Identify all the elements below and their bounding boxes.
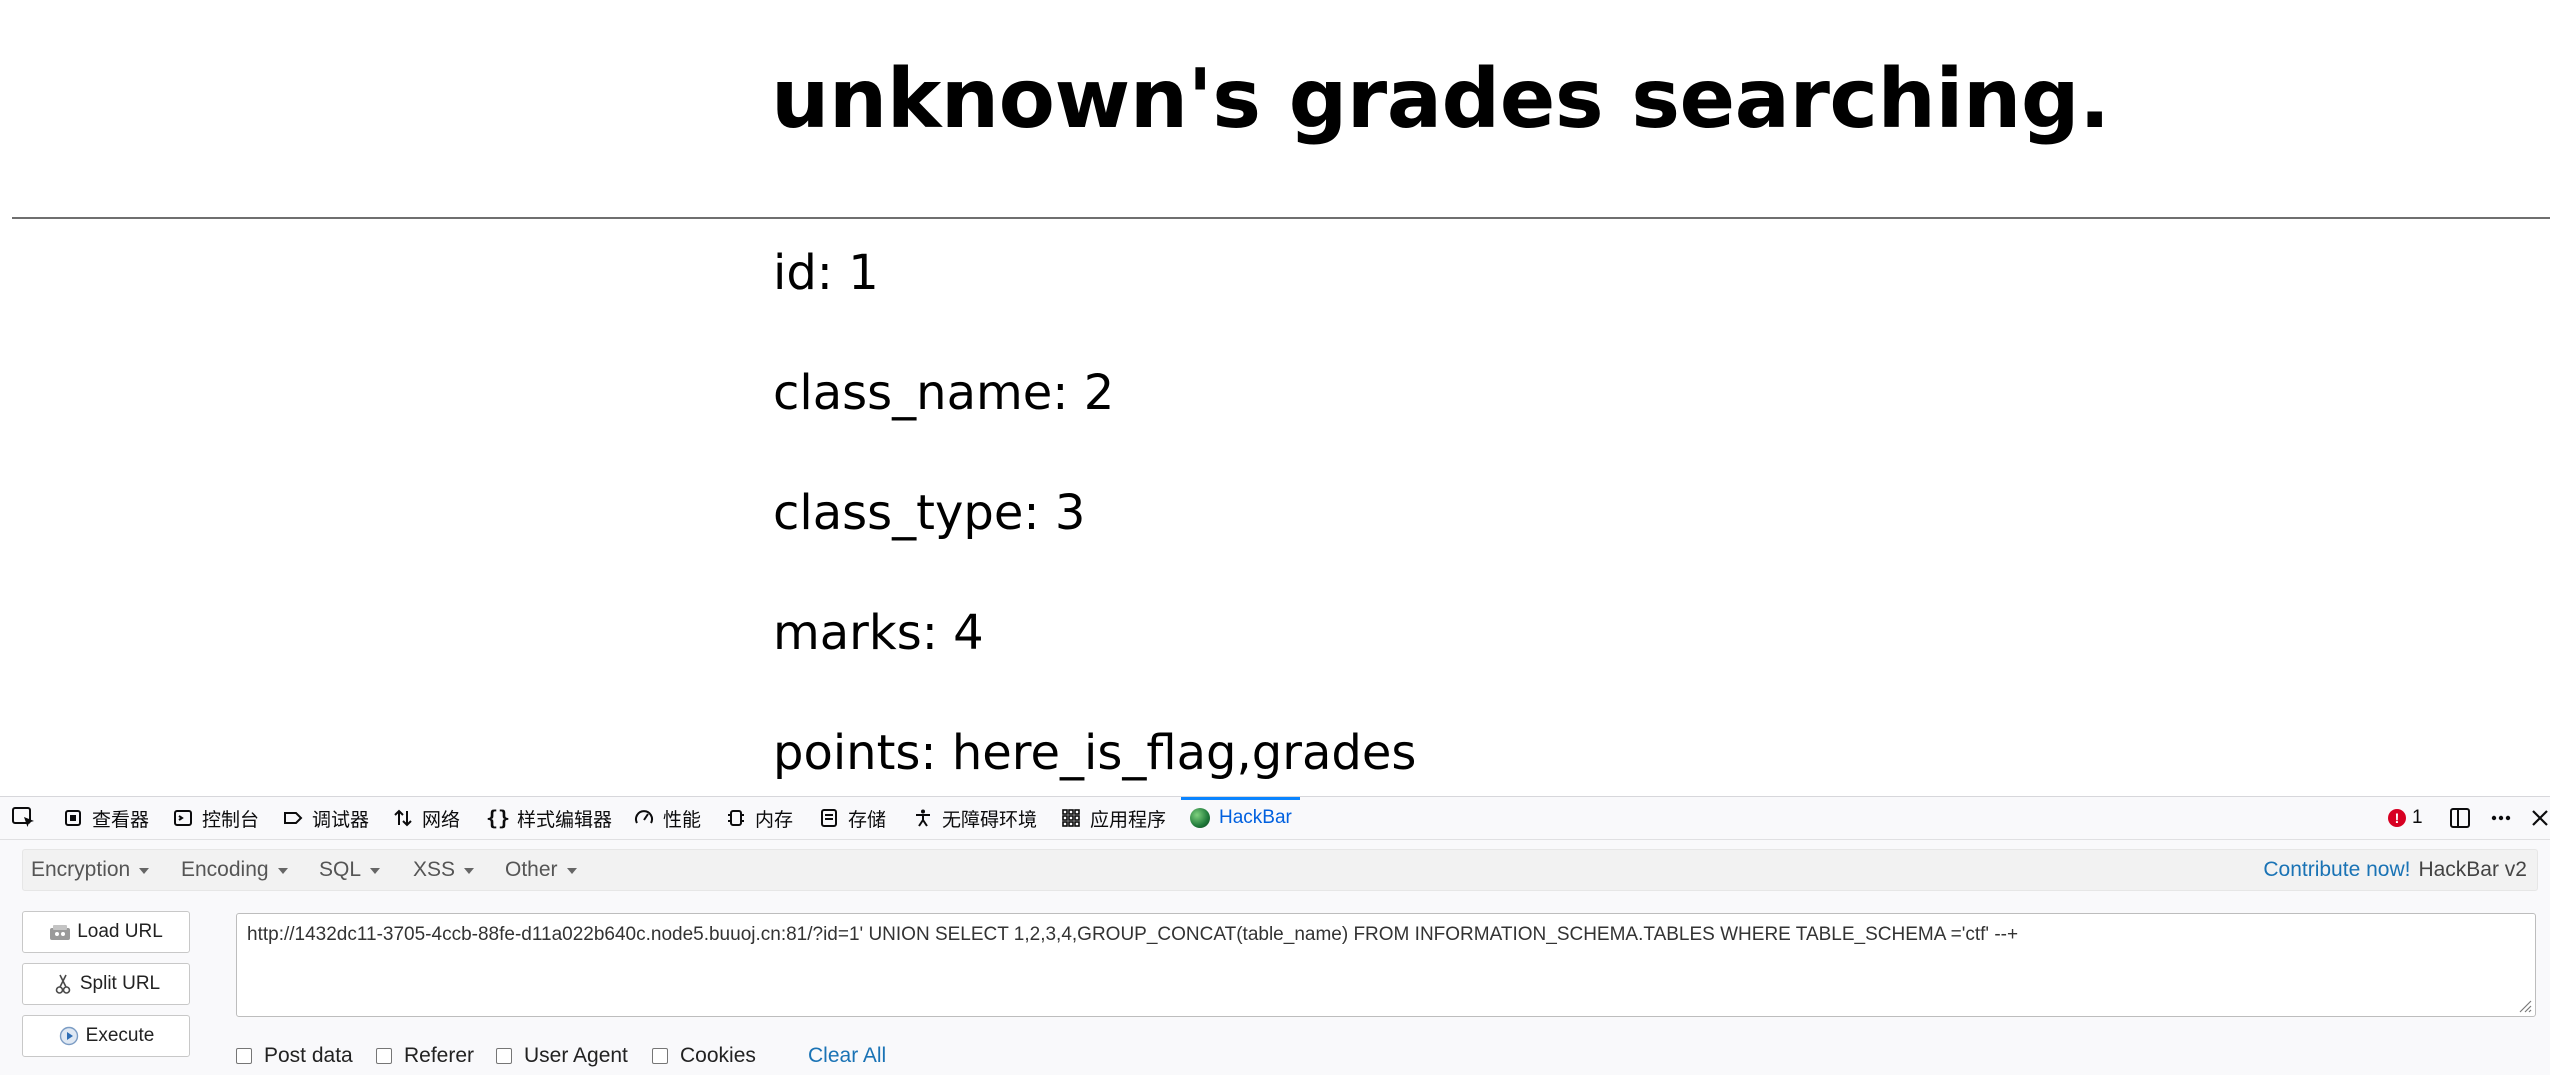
play-icon <box>58 1025 80 1047</box>
page-title: unknown's grades searching. <box>771 52 2110 147</box>
checkbox-box[interactable] <box>376 1048 392 1064</box>
storage-icon <box>818 807 840 829</box>
close-icon <box>2532 810 2548 826</box>
tab-label: 应用程序 <box>1090 809 1167 831</box>
tab-accessibility[interactable]: 无障碍环境 <box>912 797 1037 839</box>
accessibility-icon <box>912 807 934 829</box>
hackbar-version: HackBar v2 <box>2418 858 2527 881</box>
caret-down-icon <box>464 868 475 874</box>
tab-performance[interactable]: 性能 <box>633 797 701 839</box>
hackbar-icon <box>1189 807 1211 829</box>
tab-style-editor[interactable]: {} 样式编辑器 <box>485 797 613 839</box>
more-options-button[interactable] <box>2490 797 2512 839</box>
checkbox-box[interactable] <box>236 1048 252 1064</box>
resize-grip-icon[interactable] <box>2516 997 2532 1013</box>
tab-label: 无障碍环境 <box>942 809 1038 831</box>
dock-icon <box>2450 808 2470 828</box>
menu-xss[interactable]: XSS <box>413 850 475 890</box>
tab-label: 存储 <box>848 809 887 831</box>
tab-label: 网络 <box>422 809 461 831</box>
error-indicator[interactable]: ! 1 <box>2388 797 2423 839</box>
contribute-link[interactable]: Contribute now! <box>2263 858 2410 882</box>
debugger-icon <box>282 807 304 829</box>
style-editor-icon: {} <box>485 806 511 830</box>
execute-button[interactable]: Execute <box>22 1015 190 1057</box>
memory-icon <box>725 807 747 829</box>
tab-console[interactable]: 控制台 <box>172 797 259 839</box>
field-id: id: 1 <box>773 245 879 301</box>
devtools-panel: 查看器 控制台 调试器 网络 {} 样式编辑器 性能 内存 存储 无障碍环境 应… <box>0 796 2550 1075</box>
devtools-toolbar: 查看器 控制台 调试器 网络 {} 样式编辑器 性能 内存 存储 无障碍环境 应… <box>0 797 2550 840</box>
error-icon: ! <box>2388 809 2406 827</box>
menu-sql[interactable]: SQL <box>319 850 381 890</box>
url-textarea[interactable]: http://1432dc11-3705-4ccb-88fe-d11a022b6… <box>236 913 2536 1017</box>
horizontal-rule <box>12 217 2550 219</box>
network-icon <box>392 807 414 829</box>
cookies-checkbox[interactable]: Cookies <box>652 1044 756 1068</box>
referer-checkbox[interactable]: Referer <box>376 1044 474 1068</box>
caret-down-icon <box>370 868 381 874</box>
field-class-name: class_name: 2 <box>773 365 1115 421</box>
tab-inspector[interactable]: 查看器 <box>62 797 149 839</box>
load-url-icon <box>49 921 71 943</box>
tab-application[interactable]: 应用程序 <box>1060 797 1166 839</box>
post-data-checkbox[interactable]: Post data <box>236 1044 353 1068</box>
menu-other[interactable]: Other <box>505 850 577 890</box>
inspector-icon <box>62 807 84 829</box>
caret-down-icon <box>139 868 150 874</box>
performance-icon <box>633 807 655 829</box>
tab-debugger[interactable]: 调试器 <box>282 797 369 839</box>
element-picker-icon[interactable] <box>12 807 36 829</box>
scissors-icon <box>52 973 74 995</box>
field-marks: marks: 4 <box>773 605 984 661</box>
hackbar-brand: Contribute now! HackBar v2 <box>2263 850 2527 890</box>
menu-encoding[interactable]: Encoding <box>181 850 288 890</box>
field-points: points: here_is_flag,grades <box>773 725 1417 781</box>
caret-down-icon <box>566 868 577 874</box>
tab-storage[interactable]: 存储 <box>818 797 886 839</box>
split-url-button[interactable]: Split URL <box>22 963 190 1005</box>
application-icon <box>1060 807 1082 829</box>
checkbox-box[interactable] <box>652 1048 668 1064</box>
tab-label: 样式编辑器 <box>517 809 613 831</box>
dock-side-button[interactable] <box>2449 797 2471 839</box>
tab-network[interactable]: 网络 <box>392 797 460 839</box>
url-value: http://1432dc11-3705-4ccb-88fe-d11a022b6… <box>247 924 2019 945</box>
user-agent-checkbox[interactable]: User Agent <box>496 1044 628 1068</box>
tab-label: 调试器 <box>312 809 370 831</box>
menu-encryption[interactable]: Encryption <box>31 850 150 890</box>
load-url-button[interactable]: Load URL <box>22 911 190 953</box>
field-class-type: class_type: 3 <box>773 485 1086 541</box>
more-icon <box>2491 815 2511 821</box>
tab-label: HackBar <box>1219 807 1292 828</box>
tab-label: 控制台 <box>202 809 260 831</box>
tab-hackbar[interactable]: HackBar <box>1181 797 1300 839</box>
tab-memory[interactable]: 内存 <box>725 797 793 839</box>
close-devtools-button[interactable] <box>2530 797 2550 839</box>
tab-label: 性能 <box>663 809 702 831</box>
console-icon <box>172 807 194 829</box>
error-count: 1 <box>2412 807 2423 828</box>
tab-label: 查看器 <box>92 809 150 831</box>
checkbox-box[interactable] <box>496 1048 512 1064</box>
clear-all-link[interactable]: Clear All <box>808 1044 886 1068</box>
tab-label: 内存 <box>755 809 794 831</box>
hackbar-menubar: Encryption Encoding SQL XSS Other Contri… <box>22 849 2538 891</box>
caret-down-icon <box>277 868 288 874</box>
